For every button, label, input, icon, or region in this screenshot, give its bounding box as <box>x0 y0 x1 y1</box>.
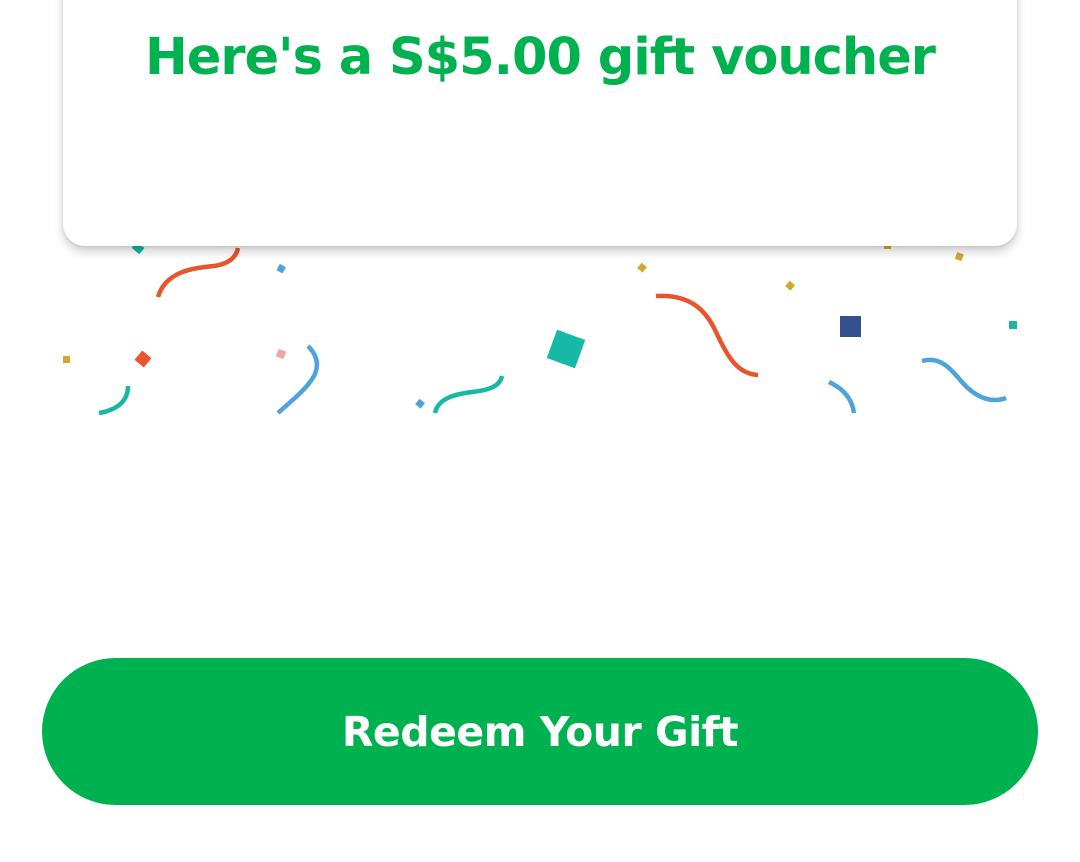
confetti-dot <box>954 252 964 262</box>
confetti-dot <box>63 356 70 363</box>
confetti-dot <box>415 398 425 409</box>
confetti-dot <box>785 280 795 291</box>
confetti-curl <box>432 375 505 414</box>
confetti-curl <box>655 293 759 378</box>
confetti-curl <box>828 379 857 414</box>
confetti-dot <box>637 262 647 273</box>
confetti-square <box>840 316 861 337</box>
confetti-square <box>1009 321 1017 329</box>
confetti-curl <box>921 357 1007 403</box>
confetti-square <box>134 350 152 368</box>
redeem-gift-label: Redeem Your Gift <box>341 707 739 756</box>
confetti-curl <box>155 247 241 298</box>
confetti-curl <box>98 385 131 416</box>
voucher-title: Here's a S$5.00 gift voucher <box>145 28 936 87</box>
confetti-square <box>275 348 287 360</box>
confetti-square <box>546 329 586 369</box>
voucher-card: Here's a S$5.00 gift voucher <box>63 0 1017 246</box>
confetti-decoration <box>63 241 1017 416</box>
redeem-gift-button[interactable]: Redeem Your Gift <box>42 658 1038 805</box>
confetti-dot <box>276 263 286 274</box>
